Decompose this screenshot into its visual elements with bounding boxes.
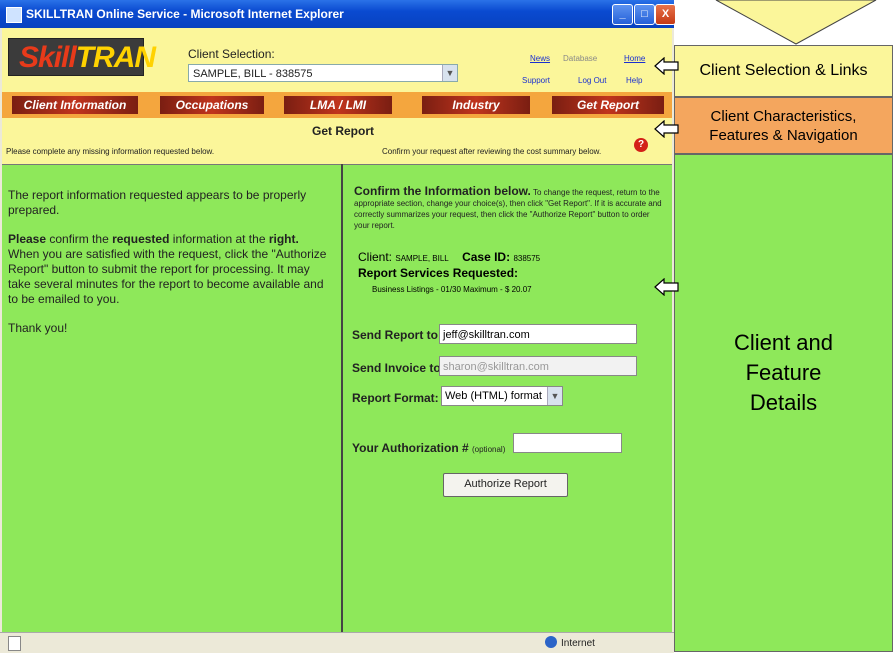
pointer-arrow-icon <box>654 278 679 296</box>
annotation-nav-line1: Client Characteristics, <box>710 107 857 125</box>
instruction-text-1: confirm the <box>46 232 113 246</box>
report-format-value: Web (HTML) format <box>445 390 542 402</box>
case-id-label: Case ID: <box>462 250 511 264</box>
left-instructions: Please complete any missing information … <box>6 147 215 156</box>
chevron-down-icon[interactable]: ▼ <box>442 65 457 81</box>
window-title: SKILLTRAN Online Service - Microsoft Int… <box>26 7 344 21</box>
authorization-input[interactable] <box>513 433 622 453</box>
logo-text-skill: Skill <box>19 41 77 74</box>
annotation-details-line2: Feature <box>745 360 822 385</box>
pointer-arrow-icon <box>654 57 679 75</box>
instruction-bold-requested: requested <box>112 232 170 246</box>
status-message: The report information requested appears… <box>8 188 307 217</box>
client-selection-label: Client Selection: <box>188 47 275 61</box>
close-button[interactable]: X <box>655 4 676 25</box>
report-format-select[interactable]: Web (HTML) format ▼ <box>441 386 563 406</box>
instruction-text-2: information at the <box>169 232 269 246</box>
right-instructions: Confirm your request after reviewing the… <box>382 147 602 156</box>
chevron-down-icon[interactable]: ▼ <box>547 387 562 405</box>
tab-lma-lmi[interactable]: LMA / LMI <box>284 96 392 114</box>
send-invoice-label-text: Send Invoice to: <box>352 361 445 375</box>
client-label: Client: <box>358 250 393 264</box>
page-content: SkillTRAN Client Selection: SAMPLE, BILL… <box>2 28 672 632</box>
tab-get-report[interactable]: Get Report <box>552 96 664 114</box>
client-info-row: Client: SAMPLE, BILL Case ID: 838575 <box>358 250 540 264</box>
link-logout[interactable]: Log Out <box>578 76 606 85</box>
client-selection-bar: SkillTRAN Client Selection: SAMPLE, BILL… <box>2 28 672 92</box>
security-zone: Internet <box>545 636 595 649</box>
annotation-client-selection-text: Client Selection & Links <box>699 62 868 79</box>
panel-divider <box>341 164 343 632</box>
confirm-heading: Confirm the Information below. <box>354 184 531 198</box>
main-navigation: Client Information Occupations LMA / LMI… <box>2 92 672 118</box>
thank-you-text: Thank you! <box>8 321 68 335</box>
send-invoice-label: Send Invoice to: <box>352 361 445 375</box>
zone-label: Internet <box>561 638 595 649</box>
confirm-instructions: Please confirm the requested information… <box>8 232 328 307</box>
instruction-bold-right: right. <box>268 232 299 246</box>
link-news[interactable]: News <box>530 54 550 63</box>
report-format-label: Report Format: <box>352 391 439 405</box>
annotation-details: Client and Feature Details <box>674 154 893 652</box>
report-header-bar: Get Report Please complete any missing i… <box>2 118 672 165</box>
send-report-label-text: Send Report to: <box>352 328 442 342</box>
instruction-text-3: When you are satisfied with the request,… <box>8 247 327 306</box>
skilltran-logo[interactable]: SkillTRAN <box>8 38 156 76</box>
send-report-label: Send Report to: <box>352 328 442 342</box>
browser-window: SKILLTRAN Online Service - Microsoft Int… <box>0 0 676 653</box>
help-icon[interactable]: ? <box>634 138 648 152</box>
page-title: Get Report <box>312 124 375 138</box>
annotation-client-selection: Client Selection & Links <box>674 45 893 97</box>
authorization-label: Your Authorization # (optional) <box>352 441 505 455</box>
annotation-navigation: Client Characteristics, Features & Naviga… <box>674 97 893 154</box>
tab-client-information[interactable]: Client Information <box>12 96 138 114</box>
confirm-block: Confirm the Information below. To change… <box>354 184 666 231</box>
title-bar: SKILLTRAN Online Service - Microsoft Int… <box>0 0 676 28</box>
link-home[interactable]: Home <box>624 54 645 63</box>
services-label: Report Services Requested: <box>358 266 519 280</box>
tab-occupations[interactable]: Occupations <box>160 96 264 114</box>
services-value: Business Listings - 01/30 Maximum - $ 20… <box>372 285 532 294</box>
report-format-label-text: Report Format: <box>352 391 439 405</box>
status-bar: Internet <box>0 632 674 653</box>
client-selection-value: SAMPLE, BILL - 838575 <box>193 68 313 80</box>
right-panel: Confirm the Information below. To change… <box>354 184 666 231</box>
annotation-details-line3: Details <box>749 390 818 415</box>
logo-text-tran: TRAN <box>75 41 156 74</box>
client-selection-dropdown[interactable]: SAMPLE, BILL - 838575 ▼ <box>188 64 458 82</box>
link-help[interactable]: Help <box>626 76 642 85</box>
pointer-arrow-icon <box>654 120 679 138</box>
annotation-nav-line2: Features & Navigation <box>709 126 858 144</box>
send-report-input[interactable]: jeff@skilltran.com <box>439 324 637 344</box>
globe-icon <box>545 636 557 648</box>
authorization-optional: (optional) <box>472 445 506 454</box>
authorize-report-button[interactable]: Authorize Report <box>443 473 568 497</box>
maximize-button[interactable]: □ <box>634 4 655 25</box>
case-id-value: 838575 <box>513 254 541 263</box>
instruction-bold-please: Please <box>8 232 47 246</box>
left-panel: The report information requested appears… <box>8 188 328 350</box>
minimize-button[interactable]: _ <box>612 4 633 25</box>
page-icon <box>8 636 21 651</box>
tab-industry[interactable]: Industry <box>422 96 530 114</box>
link-database[interactable]: Database <box>563 54 597 63</box>
top-down-arrow <box>715 0 877 45</box>
ie-app-icon <box>6 7 22 23</box>
client-value: SAMPLE, BILL <box>395 254 449 263</box>
link-support[interactable]: Support <box>522 76 550 85</box>
authorization-label-text: Your Authorization # <box>352 441 469 455</box>
send-invoice-input[interactable]: sharon@skilltran.com <box>439 356 637 376</box>
annotation-details-line1: Client and <box>733 330 834 355</box>
